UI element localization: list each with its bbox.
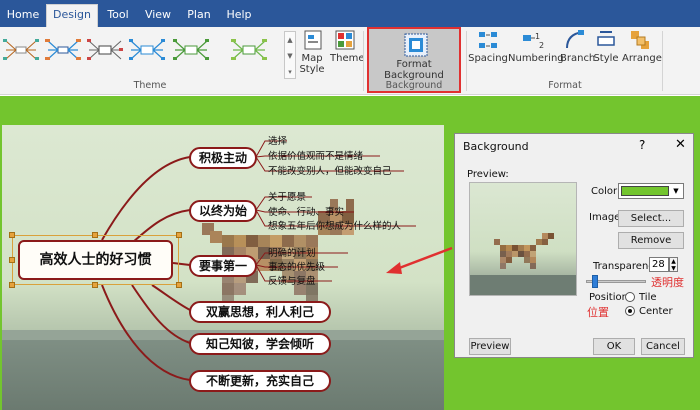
preview-button[interactable]: Preview	[469, 338, 511, 355]
style-button[interactable]: Style	[592, 29, 620, 64]
position-center-radio[interactable]	[625, 306, 635, 316]
gallery-expand-icon[interactable]: ▾	[285, 64, 295, 80]
position-annotation: 位置	[587, 306, 609, 319]
map-style-icon	[304, 30, 322, 50]
close-icon[interactable]: ✕	[675, 137, 686, 152]
topic-6[interactable]: 不断更新，充实自己	[189, 370, 331, 392]
topic-5[interactable]: 知己知彼，学会倾听	[189, 333, 331, 355]
topic-2[interactable]: 以终为始	[189, 200, 257, 222]
subtopic[interactable]: 使命、行动、事实	[268, 206, 344, 219]
branch-icon	[566, 30, 584, 49]
color-picker[interactable]: ▼	[618, 183, 684, 199]
topic-3[interactable]: 要事第一	[189, 255, 257, 277]
resize-handle[interactable]	[9, 232, 15, 238]
theme-thumbnail-5[interactable]	[172, 35, 210, 65]
theme-thumbnail-3[interactable]	[86, 35, 124, 65]
theme-button[interactable]: Theme	[330, 29, 365, 64]
resize-handle[interactable]	[9, 257, 15, 263]
dialog-title: Background	[463, 140, 529, 153]
scroll-up-icon[interactable]: ▲	[285, 32, 295, 48]
numbering-icon: 12	[523, 32, 544, 50]
preview-label: Preview:	[467, 169, 509, 180]
arrange-button[interactable]: Arrange	[622, 29, 662, 64]
help-icon[interactable]: ?	[639, 138, 645, 152]
position-tile-radio[interactable]	[625, 292, 635, 302]
tab-help[interactable]: Help	[220, 5, 258, 27]
scroll-down-icon[interactable]: ▼	[285, 48, 295, 64]
ribbon: ▲ ▼ ▾ Map Style Theme Theme Format Backg…	[0, 27, 700, 95]
subtopic[interactable]: 选择	[268, 135, 287, 148]
select-image-button[interactable]: Select...	[618, 210, 684, 227]
transparency-slider-thumb[interactable]	[592, 275, 598, 288]
arrange-icon	[631, 31, 649, 49]
theme-gallery-scroll[interactable]: ▲ ▼ ▾	[284, 31, 296, 79]
color-swatch	[621, 186, 669, 196]
cancel-button[interactable]: Cancel	[641, 338, 685, 355]
tab-home[interactable]: Home	[0, 5, 46, 27]
branch-button[interactable]: Branch	[560, 29, 595, 64]
ribbon-separator	[466, 31, 467, 91]
background-dialog: Background ? ✕ Preview: Color: ▼ Image: …	[454, 133, 694, 358]
resize-handle[interactable]	[176, 232, 182, 238]
resize-handle[interactable]	[176, 282, 182, 288]
svg-text:1: 1	[535, 32, 540, 41]
resize-handle[interactable]	[92, 282, 98, 288]
group-label-format: Format	[548, 80, 582, 91]
mindmap-canvas[interactable]: 高效人士的好习惯 积极主动 选择 依据价值观而不是情绪 不能改变别人，但能改变自…	[2, 125, 444, 410]
transparency-annotation: 透明度	[651, 276, 684, 289]
preview-cat-icon	[494, 233, 554, 269]
tab-design[interactable]: Design	[46, 4, 98, 27]
topic-4[interactable]: 双赢思想，利人利己	[189, 301, 331, 323]
annotation-arrow-icon	[386, 246, 453, 274]
subtopic[interactable]: 依据价值观而不是情绪	[268, 150, 363, 163]
spacing-icon	[479, 32, 497, 48]
numbering-button[interactable]: 12 Numbering	[508, 29, 564, 64]
subtopic[interactable]: 不能改变别人，但能改变自己	[268, 165, 392, 178]
theme-thumbnail-4[interactable]	[128, 35, 166, 65]
tab-view[interactable]: View	[138, 5, 178, 27]
theme-icon	[335, 30, 355, 50]
tab-plan[interactable]: Plan	[178, 5, 220, 27]
ok-button[interactable]: OK	[593, 338, 635, 355]
subtopic[interactable]: 明确的计划	[268, 247, 316, 260]
group-label-theme: Theme	[133, 80, 167, 91]
transparency-input[interactable]: 28	[649, 257, 669, 272]
ribbon-separator	[363, 31, 364, 91]
position-center-label: Center	[639, 306, 673, 317]
chevron-down-icon: ▼	[671, 186, 681, 196]
format-background-icon	[404, 33, 428, 57]
central-topic[interactable]: 高效人士的好习惯	[18, 240, 173, 280]
theme-thumbnail-1[interactable]	[2, 35, 40, 65]
menu-bar: Home Design Tool View Plan Help	[0, 0, 700, 27]
resize-handle[interactable]	[92, 232, 98, 238]
format-background-button[interactable]: Format Background Background	[367, 27, 461, 93]
theme-thumbnail-2[interactable]	[44, 35, 82, 65]
subtopic[interactable]: 事态的优先级	[268, 261, 325, 274]
transparency-spinner[interactable]: ▲ ▼	[669, 257, 678, 272]
remove-image-button[interactable]: Remove	[618, 232, 684, 249]
subtopic[interactable]: 关于愿景	[268, 191, 306, 204]
ribbon-separator	[662, 31, 663, 91]
position-tile-label: Tile	[639, 292, 657, 303]
svg-text:2: 2	[539, 41, 544, 50]
subtopic[interactable]: 想象五年后你想成为什么样的人	[268, 220, 401, 233]
tab-tool[interactable]: Tool	[98, 5, 138, 27]
subtopic[interactable]: 反馈与复盘	[268, 275, 316, 288]
spacing-button[interactable]: Spacing	[468, 29, 508, 64]
style-icon	[597, 31, 615, 46]
map-style-button[interactable]: Map Style	[298, 29, 328, 75]
preview-image	[469, 182, 577, 296]
theme-thumbnail-6[interactable]	[230, 35, 268, 65]
resize-handle[interactable]	[9, 282, 15, 288]
topic-1[interactable]: 积极主动	[189, 147, 257, 169]
color-label: Color:	[591, 186, 621, 197]
